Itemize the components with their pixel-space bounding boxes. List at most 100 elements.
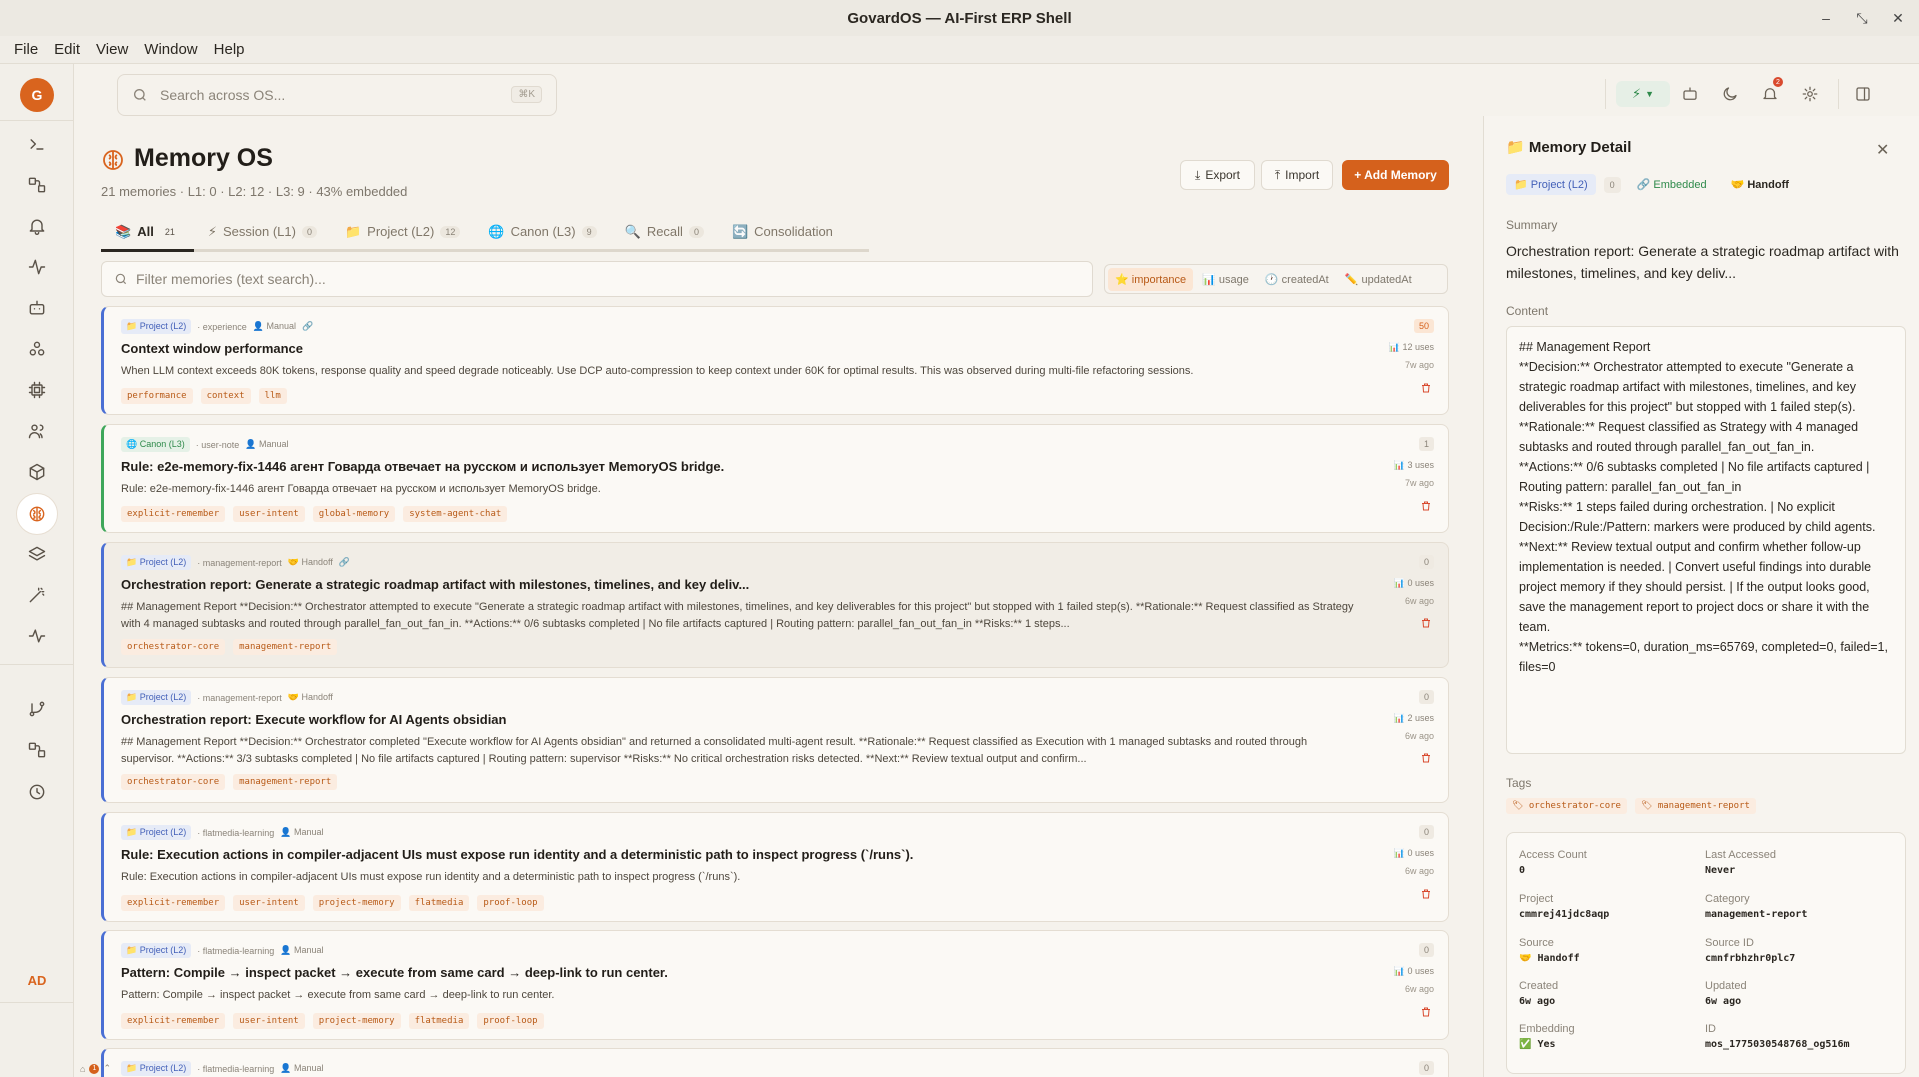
tag-chip[interactable]: management-report [233, 639, 338, 655]
chevron-up-icon[interactable]: ⌃ [103, 1063, 111, 1074]
memory-card[interactable]: 📁 Project (L2) · flatmedia-learning 👤 Manu… [101, 930, 1449, 1040]
tag-chip[interactable]: project-memory [312, 895, 401, 911]
bot-button[interactable] [1670, 85, 1710, 103]
tag-chip[interactable]: context [200, 388, 251, 404]
sort-importance[interactable]: ⭐ importance [1108, 267, 1194, 291]
tag-chip[interactable]: flatmedia [408, 895, 470, 911]
import-button[interactable]: ⤒ Import [1261, 160, 1333, 190]
trash-icon[interactable] [1420, 1006, 1432, 1018]
magnifier-icon: 🔍 [624, 223, 641, 239]
trash-icon[interactable] [1420, 382, 1432, 394]
card-title: Context window performance [121, 341, 304, 356]
tag-chip[interactable]: orchestrator-core [121, 639, 226, 655]
tag-chip[interactable]: flatmedia [408, 1013, 470, 1029]
tab-recall[interactable]: 🔍 Recall 0 [611, 214, 718, 249]
tag-chip[interactable]: user-intent [233, 895, 305, 911]
close-icon[interactable]: ✕ [1876, 140, 1889, 160]
content-text[interactable]: ## Management Report **Decision:** Orches… [1506, 326, 1906, 754]
trash-icon[interactable] [1420, 500, 1432, 512]
tab-session[interactable]: ⚡ Session (L1) 0 [194, 214, 331, 249]
tag-chip[interactable]: performance [121, 388, 193, 404]
tag-chip[interactable]: explicit-remember [121, 895, 226, 911]
status-indicators: ⌂ 1 ⌃ [80, 1063, 111, 1074]
pulse-icon[interactable] [21, 620, 53, 652]
minimize-icon[interactable]: – [1819, 10, 1833, 26]
title-bar: GovardOS — AI-First ERP Shell – ⤡ ✕ [0, 0, 1919, 36]
sort-created[interactable]: 🕐 createdAt [1258, 268, 1336, 291]
package-icon[interactable] [21, 456, 53, 488]
card-tags: explicit-remember user-intent project-memo… [121, 1013, 544, 1029]
global-search[interactable]: Search across OS... ⌘K [117, 74, 557, 116]
app-logo[interactable]: G [20, 78, 54, 112]
memory-card[interactable]: 📁 Project (L2) · flatmedia-learning 👤 Manu… [101, 1048, 1449, 1077]
bell-icon[interactable] [21, 210, 53, 242]
tab-bar: 📚 All 21 ⚡ Session (L1) 0 📁 Project (L2) 12 🌐 C… [101, 214, 869, 252]
card-age: 7w ago [1404, 478, 1434, 488]
notifications-button[interactable]: 2 [1750, 77, 1790, 103]
embedded-badge: 🔗 Embedded [1636, 179, 1707, 191]
tab-consolidation[interactable]: 🔄 Consolidation [718, 214, 847, 249]
menu-file[interactable]: File [6, 41, 46, 58]
git-branch-icon[interactable] [21, 693, 53, 725]
tab-canon[interactable]: 🌐 Canon (L3) 9 [474, 214, 610, 249]
trash-icon[interactable] [1420, 752, 1432, 764]
filter-input[interactable]: Filter memories (text search)... [101, 261, 1093, 297]
lightning-dropdown[interactable]: ⚡ ▼ [1616, 81, 1670, 107]
tag-chip[interactable]: 🏷 management-report [1634, 798, 1756, 814]
tag-chip[interactable]: explicit-remember [121, 506, 226, 522]
terminal-icon[interactable] [21, 128, 53, 160]
error-badge[interactable]: 1 [89, 1063, 100, 1074]
trash-icon[interactable] [1420, 888, 1432, 900]
add-memory-button[interactable]: + Add Memory [1342, 160, 1449, 190]
tab-project[interactable]: 📁 Project (L2) 12 [331, 214, 474, 249]
memory-card[interactable]: 📁 Project (L2) · flatmedia-learning 👤 Manu… [101, 812, 1449, 922]
tag-chip[interactable]: proof-loop [477, 1013, 544, 1029]
tag-chip[interactable]: explicit-remember [121, 1013, 226, 1029]
bot-icon[interactable] [21, 292, 53, 324]
activity-icon[interactable] [21, 251, 53, 283]
bot-status-icon[interactable]: ⌂ [80, 1064, 85, 1074]
sidebar-panel-icon [1856, 87, 1870, 101]
sort-updated[interactable]: ✏️ updatedAt [1338, 268, 1419, 291]
export-button[interactable]: ⤓ Export [1180, 160, 1255, 190]
tag-chip[interactable]: proof-loop [477, 895, 544, 911]
memory-card[interactable]: 📁 Project (L2) · management-report 🤝 Hando… [101, 542, 1449, 668]
memory-card[interactable]: 📁 Project (L2) · experience 👤 Manual 🔗 Conte… [101, 306, 1449, 415]
tag-chip[interactable]: global-memory [312, 506, 396, 522]
page-title: Memory OS [134, 144, 273, 172]
trash-icon[interactable] [1420, 617, 1432, 629]
close-window-icon[interactable]: ✕ [1891, 10, 1905, 26]
menu-help[interactable]: Help [206, 41, 253, 58]
menu-window[interactable]: Window [136, 41, 205, 58]
tag-chip[interactable]: orchestrator-core [121, 774, 226, 790]
avatar[interactable]: AD [20, 963, 54, 997]
cpu-icon[interactable] [21, 374, 53, 406]
memory-card[interactable]: 🌐 Canon (L3) · user-note 👤 Manual Rule: e2e… [101, 424, 1449, 533]
menu-edit[interactable]: Edit [46, 41, 88, 58]
menu-view[interactable]: View [88, 41, 136, 58]
pipeline-icon[interactable] [21, 734, 53, 766]
settings-button[interactable] [1790, 85, 1830, 103]
agents-icon[interactable] [21, 333, 53, 365]
restore-icon[interactable]: ⤡ [1855, 10, 1869, 26]
theme-toggle[interactable] [1710, 85, 1750, 103]
tag-chip[interactable]: 🏷 orchestrator-core [1506, 798, 1627, 814]
layers-icon[interactable] [21, 538, 53, 570]
tab-all[interactable]: 📚 All 21 [101, 214, 194, 252]
sort-usage[interactable]: 📊 usage [1195, 268, 1256, 291]
source-label: 👤 Manual [245, 439, 289, 449]
tag-chip[interactable]: management-report [233, 774, 338, 790]
tag-chip[interactable]: project-memory [312, 1013, 401, 1029]
panel-toggle-button[interactable] [1843, 85, 1883, 103]
tag-chip[interactable]: user-intent [233, 506, 305, 522]
card-title: Rule: e2e-memory-fix-1446 агент Говарда … [121, 459, 725, 474]
users-icon[interactable] [21, 415, 53, 447]
magic-wand-icon[interactable] [21, 579, 53, 611]
memory-brain-icon[interactable] [16, 493, 58, 535]
workflow-icon[interactable] [21, 169, 53, 201]
tag-chip[interactable]: user-intent [233, 1013, 305, 1029]
memory-card[interactable]: 📁 Project (L2) · management-report 🤝 Hando… [101, 677, 1449, 803]
clock-icon[interactable] [21, 776, 53, 808]
tag-chip[interactable]: llm [258, 388, 287, 404]
tag-chip[interactable]: system-agent-chat [403, 506, 508, 522]
